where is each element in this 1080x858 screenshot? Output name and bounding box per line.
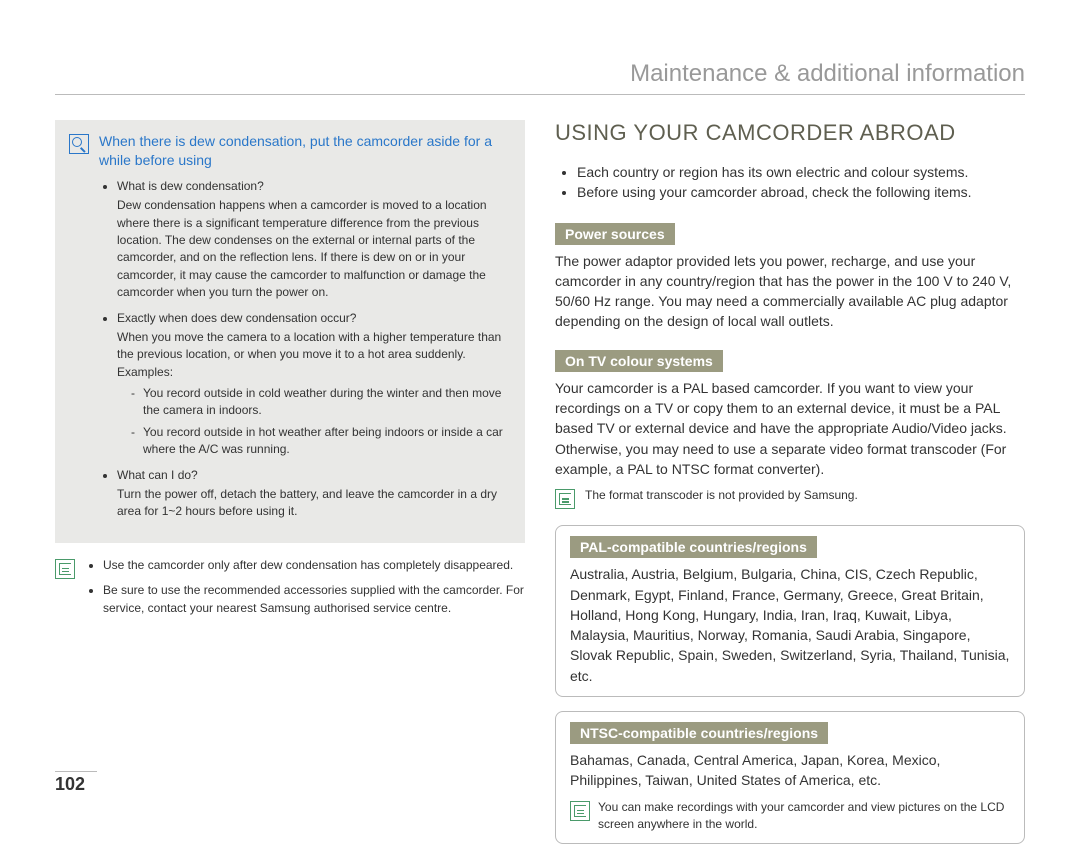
callout-list: What is dew condensation? Dew condensati… [99,178,511,521]
pal-tag: PAL-compatible countries/regions [570,536,817,558]
answer-text: Turn the power off, detach the battery, … [117,486,511,521]
ntsc-text: Bahamas, Canada, Central America, Japan,… [570,750,1010,791]
examples-list: You record outside in cold weather durin… [117,385,511,459]
pal-text: Australia, Austria, Belgium, Bulgaria, C… [570,564,1010,686]
callout-content: When there is dew condensation, put the … [99,132,511,529]
section-title: USING YOUR CAMCORDER ABROAD [555,120,1025,146]
tv-note-text: The format transcoder is not provided by… [585,487,1025,504]
ntsc-note-text: You can make recordings with your camcor… [598,799,1010,834]
question-text: What is dew condensation? [117,178,511,195]
question-text: Exactly when does dew condensation occur… [117,310,511,327]
note-icon [55,559,75,579]
tv-colour-text: Your camcorder is a PAL based camcorder.… [555,378,1025,479]
manual-page: Maintenance & additional information Whe… [0,0,1080,825]
note-icon [570,801,590,821]
note-icon [555,489,575,509]
ntsc-tag: NTSC-compatible countries/regions [570,722,828,744]
tv-colour-tag: On TV colour systems [555,350,723,372]
note-item: Be sure to use the recommended accessori… [103,582,525,617]
example-item: You record outside in cold weather durin… [131,385,511,420]
answer-text: When you move the camera to a location w… [117,329,511,381]
right-column: USING YOUR CAMCORDER ABROAD Each country… [555,120,1025,858]
question-text: What can I do? [117,467,511,484]
ntsc-note-row: You can make recordings with your camcor… [570,799,1010,834]
left-column: When there is dew condensation, put the … [55,120,525,858]
example-item: You record outside in hot weather after … [131,424,511,459]
list-item: What is dew condensation? Dew condensati… [117,178,511,302]
two-column-layout: When there is dew condensation, put the … [55,120,1025,858]
magnifier-icon [69,134,89,154]
answer-text: Dew condensation happens when a camcorde… [117,197,511,301]
intro-bullets: Each country or region has its own elect… [555,162,1025,203]
page-number: 102 [55,771,97,795]
tv-note-row: The format transcoder is not provided by… [555,487,1025,509]
list-item: What can I do? Turn the power off, detac… [117,467,511,521]
note-list: Use the camcorder only after dew condens… [85,557,525,625]
power-sources-tag: Power sources [555,223,675,245]
page-header: Maintenance & additional information [55,60,1025,95]
bullet-item: Each country or region has its own elect… [577,162,1025,182]
pal-box: PAL-compatible countries/regions Austral… [555,525,1025,697]
note-row: Use the camcorder only after dew condens… [55,557,525,625]
callout-heading: When there is dew condensation, put the … [99,132,511,170]
dew-condensation-callout: When there is dew condensation, put the … [55,120,525,543]
ntsc-box: NTSC-compatible countries/regions Bahama… [555,711,1025,844]
power-sources-text: The power adaptor provided lets you powe… [555,251,1025,332]
list-item: Exactly when does dew condensation occur… [117,310,511,459]
bullet-item: Before using your camcorder abroad, chec… [577,182,1025,202]
note-item: Use the camcorder only after dew condens… [103,557,525,574]
